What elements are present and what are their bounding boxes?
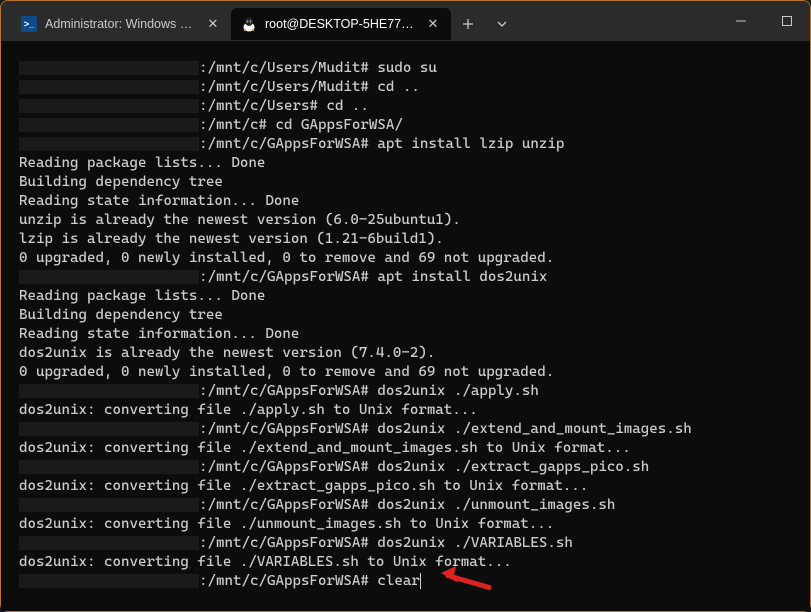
- terminal-line: dos2unix is already the newest version (…: [19, 344, 804, 363]
- maximize-button[interactable]: [764, 1, 810, 41]
- terminal-line: :/mnt/c/GAppsForWSA# dos2unix ./extract_…: [19, 458, 804, 477]
- redacted-segment: [19, 118, 199, 132]
- terminal-line: :/mnt/c/GAppsForWSA# dos2unix ./unmount_…: [19, 496, 804, 515]
- terminal-text: Building dependency tree: [19, 307, 223, 323]
- terminal-text: :/mnt/c/Users/Mudit# cd ..: [199, 79, 420, 95]
- titlebar: >_ Administrator: Windows PowerS ✕ root@…: [1, 1, 810, 41]
- terminal-text: dos2unix: converting file ./apply.sh to …: [19, 402, 478, 418]
- terminal-line: :/mnt/c/GAppsForWSA# dos2unix ./apply.sh: [19, 382, 804, 401]
- tab-title: Administrator: Windows PowerS: [45, 17, 197, 31]
- terminal-text: lzip is already the newest version (1.21…: [19, 231, 444, 247]
- minimize-button[interactable]: [718, 1, 764, 41]
- terminal-line: Building dependency tree: [19, 306, 804, 325]
- terminal-text: :/mnt/c/GAppsForWSA# dos2unix ./apply.sh: [199, 383, 539, 399]
- terminal-line: dos2unix: converting file ./unmount_imag…: [19, 515, 804, 534]
- redacted-segment: [19, 498, 199, 512]
- redacted-segment: [19, 384, 199, 398]
- terminal-output[interactable]: :/mnt/c/Users/Mudit# sudo su :/mnt/c/User…: [1, 41, 810, 611]
- text-cursor: [420, 573, 421, 589]
- tab-title: root@DESKTOP-5HE77VO: /mn: [265, 17, 417, 31]
- terminal-text: dos2unix: converting file ./unmount_imag…: [19, 516, 554, 532]
- terminal-line: Reading package lists... Done: [19, 154, 804, 173]
- powershell-icon: >_: [21, 16, 37, 32]
- tab-powershell[interactable]: >_ Administrator: Windows PowerS ✕: [11, 8, 231, 40]
- terminal-line: dos2unix: converting file ./VARIABLES.sh…: [19, 553, 804, 572]
- terminal-text: 0 upgraded, 0 newly installed, 0 to remo…: [19, 364, 554, 380]
- window-controls: [718, 1, 810, 41]
- terminal-line: :/mnt/c/GAppsForWSA# apt install dos2uni…: [19, 268, 804, 287]
- terminal-line: :/mnt/c# cd GAppsForWSA/: [19, 116, 804, 135]
- terminal-text: :/mnt/c/GAppsForWSA# clear: [199, 573, 420, 589]
- terminal-text: dos2unix: converting file ./extract_gapp…: [19, 478, 588, 494]
- terminal-text: dos2unix is already the newest version (…: [19, 345, 435, 361]
- terminal-line: Reading package lists... Done: [19, 287, 804, 306]
- redacted-segment: [19, 61, 199, 75]
- tux-icon: [241, 16, 257, 32]
- tab-linux[interactable]: root@DESKTOP-5HE77VO: /mn ✕: [231, 8, 451, 40]
- terminal-text: :/mnt/c/GAppsForWSA# dos2unix ./extend_a…: [199, 421, 692, 437]
- terminal-text: dos2unix: converting file ./VARIABLES.sh…: [19, 554, 512, 570]
- tab-dropdown-button[interactable]: [485, 8, 519, 40]
- new-tab-button[interactable]: [451, 8, 485, 40]
- terminal-line: :/mnt/c/Users/Mudit# sudo su: [19, 59, 804, 78]
- terminal-text: Reading state information... Done: [19, 193, 299, 209]
- terminal-line: dos2unix: converting file ./extend_and_m…: [19, 439, 804, 458]
- terminal-text: :/mnt/c/Users/Mudit# sudo su: [199, 60, 437, 76]
- terminal-line: :/mnt/c/Users/Mudit# cd ..: [19, 78, 804, 97]
- terminal-line: :/mnt/c/GAppsForWSA# dos2unix ./extend_a…: [19, 420, 804, 439]
- terminal-line: :/mnt/c/GAppsForWSA# clear: [19, 572, 804, 591]
- terminal-text: 0 upgraded, 0 newly installed, 0 to remo…: [19, 250, 554, 266]
- terminal-line: dos2unix: converting file ./extract_gapp…: [19, 477, 804, 496]
- terminal-line: lzip is already the newest version (1.21…: [19, 230, 804, 249]
- terminal-line: dos2unix: converting file ./apply.sh to …: [19, 401, 804, 420]
- redacted-segment: [19, 460, 199, 474]
- redacted-segment: [19, 270, 199, 284]
- terminal-line: 0 upgraded, 0 newly installed, 0 to remo…: [19, 249, 804, 268]
- terminal-text: Building dependency tree: [19, 174, 223, 190]
- terminal-line: :/mnt/c/GAppsForWSA# apt install lzip un…: [19, 135, 804, 154]
- close-icon[interactable]: ✕: [205, 16, 221, 32]
- redacted-segment: [19, 80, 199, 94]
- redacted-segment: [19, 137, 199, 151]
- terminal-text: :/mnt/c/Users# cd ..: [199, 98, 369, 114]
- redacted-segment: [19, 574, 199, 588]
- terminal-text: Reading state information... Done: [19, 326, 299, 342]
- terminal-line: unzip is already the newest version (6.0…: [19, 211, 804, 230]
- terminal-text: Reading package lists... Done: [19, 288, 265, 304]
- terminal-line: :/mnt/c/GAppsForWSA# dos2unix ./VARIABLE…: [19, 534, 804, 553]
- close-icon[interactable]: ✕: [425, 16, 441, 32]
- redacted-segment: [19, 99, 199, 113]
- redacted-segment: [19, 536, 199, 550]
- terminal-text: :/mnt/c/GAppsForWSA# dos2unix ./unmount_…: [199, 497, 615, 513]
- terminal-text: :/mnt/c# cd GAppsForWSA/: [199, 117, 403, 133]
- terminal-text: :/mnt/c/GAppsForWSA# dos2unix ./extract_…: [199, 459, 649, 475]
- terminal-line: :/mnt/c/Users# cd ..: [19, 97, 804, 116]
- terminal-text: :/mnt/c/GAppsForWSA# apt install lzip un…: [199, 136, 564, 152]
- terminal-text: dos2unix: converting file ./extend_and_m…: [19, 440, 631, 456]
- terminal-text: :/mnt/c/GAppsForWSA# apt install dos2uni…: [199, 269, 547, 285]
- terminal-text: unzip is already the newest version (6.0…: [19, 212, 461, 228]
- terminal-text: :/mnt/c/GAppsForWSA# dos2unix ./VARIABLE…: [199, 535, 573, 551]
- terminal-text: Reading package lists... Done: [19, 155, 265, 171]
- terminal-line: Reading state information... Done: [19, 192, 804, 211]
- tab-strip: >_ Administrator: Windows PowerS ✕ root@…: [1, 1, 718, 41]
- terminal-line: 0 upgraded, 0 newly installed, 0 to remo…: [19, 363, 804, 382]
- terminal-line: Building dependency tree: [19, 173, 804, 192]
- redacted-segment: [19, 422, 199, 436]
- terminal-line: Reading state information... Done: [19, 325, 804, 344]
